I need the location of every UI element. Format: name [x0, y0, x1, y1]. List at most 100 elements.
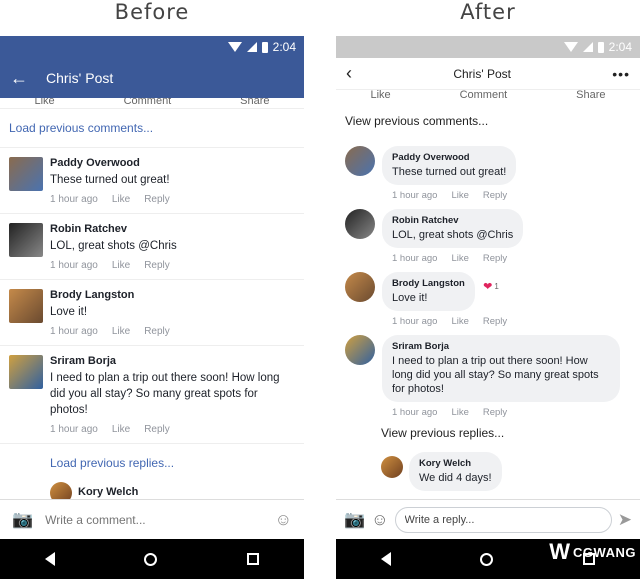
comment-item: Robin Ratchev LOL, great shots @Chris 1 …: [0, 213, 304, 279]
like-comment-button[interactable]: Like: [451, 407, 468, 418]
load-previous-comments-link[interactable]: Load previous comments...: [0, 108, 304, 147]
header-title: Chris' Post: [46, 70, 114, 86]
comment-text: LOL, great shots @Chris: [392, 229, 514, 241]
nav-back-icon[interactable]: [44, 552, 55, 566]
comment-author[interactable]: Sriram Borja: [392, 341, 610, 352]
before-phone-screen: 2:04 ← Chris' Post Like Comment Share Lo…: [0, 36, 304, 579]
comment-bubble: Sriram Borja I need to plan a trip out t…: [382, 335, 620, 402]
avatar[interactable]: [345, 272, 375, 302]
wifi-icon: [563, 42, 578, 52]
avatar[interactable]: [345, 209, 375, 239]
like-comment-button[interactable]: Like: [112, 194, 130, 205]
status-time: 2:04: [608, 40, 632, 54]
share-action-button[interactable]: Share: [240, 98, 269, 108]
nav-recent-apps-icon[interactable]: [247, 553, 260, 565]
like-comment-button[interactable]: Like: [112, 260, 130, 271]
nav-back-icon[interactable]: [380, 552, 391, 566]
after-phone-screen: 2:04 ‹ Chris' Post ••• Like Comment Shar…: [336, 36, 640, 579]
camera-icon[interactable]: 📷: [344, 510, 365, 530]
comment-time: 1 hour ago: [50, 194, 98, 205]
share-action-button[interactable]: Share: [576, 90, 605, 104]
send-icon[interactable]: ➤: [618, 510, 632, 530]
reply-comment-button[interactable]: Reply: [483, 253, 507, 264]
reaction-count: 1: [494, 282, 499, 291]
comment-author[interactable]: Brody Langston: [392, 278, 465, 289]
emoji-icon[interactable]: ☺: [275, 510, 292, 530]
comment-author[interactable]: Robin Ratchev: [392, 215, 513, 226]
like-action-button[interactable]: Like: [34, 98, 54, 108]
reply-comment-button[interactable]: Reply: [144, 424, 170, 435]
reply-comment-button[interactable]: Reply: [483, 407, 507, 418]
view-previous-comments-link[interactable]: View previous comments...: [336, 104, 640, 138]
comment-time: 1 hour ago: [392, 407, 438, 418]
load-previous-replies-link[interactable]: Load previous replies...: [0, 443, 304, 482]
comment-action-button[interactable]: Comment: [124, 98, 172, 108]
reply-comment-button[interactable]: Reply: [144, 326, 170, 337]
comment-time: 1 hour ago: [392, 253, 438, 264]
more-options-icon[interactable]: •••: [612, 66, 630, 82]
comment-author[interactable]: Paddy Overwood: [50, 157, 295, 169]
android-nav-bar: [0, 539, 304, 579]
emoji-icon[interactable]: ☺: [371, 510, 388, 530]
reply-comment-button[interactable]: Reply: [144, 260, 170, 271]
chevron-left-icon[interactable]: ‹: [346, 63, 352, 84]
avatar[interactable]: [345, 335, 375, 365]
nav-home-icon[interactable]: [144, 552, 158, 566]
comment-text: I need to plan a trip out there soon! Ho…: [392, 355, 599, 395]
avatar[interactable]: [9, 289, 43, 323]
post-actions-bar: Like Comment Share: [336, 90, 640, 104]
signal-icon: [582, 42, 593, 52]
status-time: 2:04: [272, 40, 296, 54]
like-action-button[interactable]: Like: [370, 90, 390, 104]
reply-comment-button[interactable]: Reply: [144, 194, 170, 205]
camera-icon[interactable]: 📷: [12, 510, 33, 530]
avatar[interactable]: [345, 146, 375, 176]
comment-text: Love it!: [392, 292, 428, 304]
avatar[interactable]: [381, 456, 403, 478]
replies-thread: View previous replies... Kory Welch We d…: [336, 424, 640, 491]
view-previous-replies-link[interactable]: View previous replies...: [381, 424, 640, 446]
reply-text: We did 4 days!: [419, 472, 492, 484]
avatar[interactable]: [9, 223, 43, 257]
back-arrow-icon[interactable]: ←: [10, 68, 28, 89]
comment-action-button[interactable]: Comment: [460, 90, 508, 104]
reply-author[interactable]: Kory Welch: [78, 486, 138, 498]
comment-input[interactable]: [45, 512, 263, 527]
comment-author[interactable]: Robin Ratchev: [50, 223, 295, 235]
comment-item: Sriram Borja I need to plan a trip out t…: [336, 333, 640, 424]
watermark: 王氏教育集团 以人为本 W CGWANG: [549, 534, 636, 565]
reply-comment-button[interactable]: Reply: [483, 316, 507, 327]
android-nav-bar: 王氏教育集团 以人为本 W CGWANG: [336, 534, 640, 579]
app-header: ← Chris' Post: [0, 58, 304, 98]
heart-icon: ❤: [483, 281, 493, 293]
reply-comment-button[interactable]: Reply: [483, 190, 507, 201]
avatar[interactable]: [9, 355, 43, 389]
reaction-badge[interactable]: ❤ 1: [483, 280, 499, 293]
reply-author[interactable]: Kory Welch: [419, 458, 492, 469]
like-comment-button[interactable]: Like: [112, 424, 130, 435]
nav-home-icon[interactable]: [480, 552, 494, 566]
comment-text: These turned out great!: [392, 166, 507, 178]
like-comment-button[interactable]: Like: [451, 253, 468, 264]
app-header: ‹ Chris' Post •••: [336, 58, 640, 90]
comment-composer: 📷 ☺: [0, 499, 304, 539]
comment-author[interactable]: Brody Langston: [50, 289, 295, 301]
comment-author[interactable]: Paddy Overwood: [392, 152, 506, 163]
reply-input[interactable]: [394, 506, 612, 533]
header-title: Chris' Post: [453, 66, 511, 81]
status-bar: 2:04: [0, 36, 304, 58]
watermark-text: CGWANG: [573, 544, 636, 560]
like-comment-button[interactable]: Like: [451, 190, 468, 201]
watermark-logo-icon: W: [549, 539, 571, 564]
comment-author[interactable]: Sriram Borja: [50, 355, 295, 367]
like-comment-button[interactable]: Like: [112, 326, 130, 337]
avatar[interactable]: [9, 157, 43, 191]
comment-text: These turned out great!: [50, 174, 170, 186]
battery-icon: [261, 41, 268, 53]
comment-text: I need to plan a trip out there soon! Ho…: [50, 372, 280, 416]
comment-time: 1 hour ago: [392, 316, 438, 327]
battery-icon: [597, 41, 604, 53]
like-comment-button[interactable]: Like: [451, 316, 468, 327]
after-caption: After: [460, 0, 516, 24]
comment-bubble: Brody Langston Love it! ❤ 1: [382, 272, 499, 311]
